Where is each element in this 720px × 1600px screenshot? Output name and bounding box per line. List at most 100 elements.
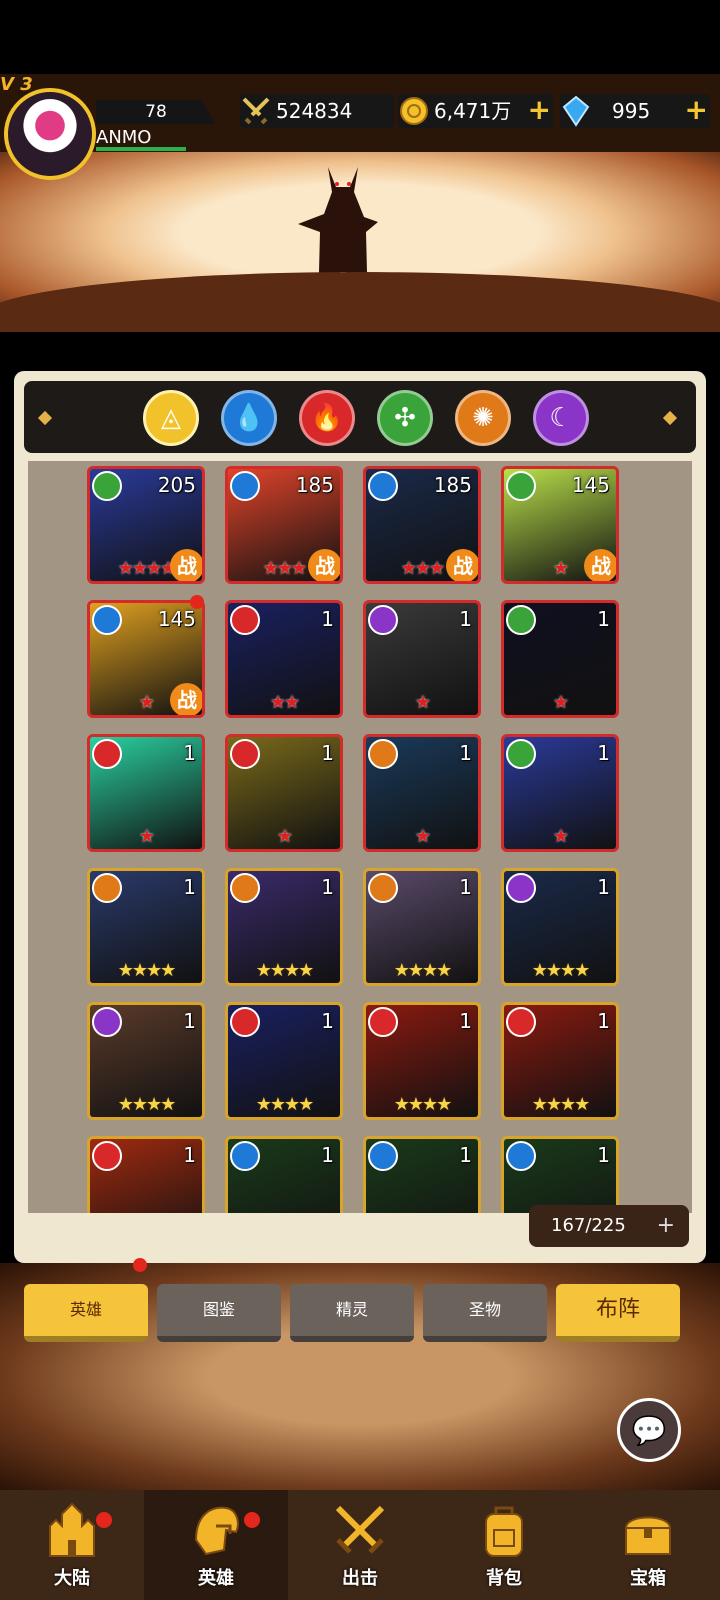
hero-level: 1 (459, 741, 472, 765)
wind-element-icon (506, 739, 536, 769)
hero-level: 1 (321, 875, 334, 899)
hero-card[interactable]: 1 (501, 1136, 619, 1213)
hero-grid[interactable]: 205 ★★★★ 战 185 ★★★ 战 185 ★★★ 战 145 ★ 战 145 ★ 战 1 ★★ 1 ★ 1 ★ 1… (28, 461, 692, 1213)
fire-element-icon (230, 605, 260, 635)
crossed-swords-icon (242, 97, 270, 125)
wind-element-icon (506, 471, 536, 501)
nav-backpack-label: 背包 (486, 1568, 522, 1589)
hero-level: 1 (597, 741, 610, 765)
add-gold-button[interactable]: + (528, 94, 551, 126)
hero-stars: ★★★★ (117, 960, 177, 981)
water-element-icon (92, 605, 122, 635)
hero-card[interactable]: 1 ★ (501, 600, 619, 718)
power-display: 524834 (240, 94, 394, 128)
expand-capacity-button[interactable]: + (657, 1205, 675, 1247)
hero-card[interactable]: 1 ★★★★ (501, 868, 619, 986)
hero-card[interactable]: 1 ★ (501, 734, 619, 852)
bottom-nav: 大陆 英雄 出击 背包 宝箱 (0, 1490, 720, 1600)
element-filter-water[interactable]: 💧 (221, 390, 277, 446)
hero-card[interactable]: 1 ★★★★ (225, 1002, 343, 1120)
fire-element-icon (368, 1007, 398, 1037)
hero-card[interactable]: 145 ★ 战 (87, 600, 205, 718)
fire-element-icon (230, 1007, 260, 1037)
hero-level: 1 (459, 875, 472, 899)
hero-level: 205 (157, 473, 196, 497)
hero-card[interactable]: 145 ★ 战 (501, 466, 619, 584)
gold-display: 6,471万 + (398, 94, 553, 128)
hero-stars: ★★★★ (531, 1094, 591, 1115)
hero-card[interactable]: 1 ★ (363, 600, 481, 718)
crossed-swords-icon (335, 1505, 385, 1554)
tab-codex[interactable]: 图鉴 (157, 1284, 281, 1342)
nav-chest[interactable]: 宝箱 (576, 1490, 720, 1600)
gem-icon (562, 95, 590, 127)
hero-card[interactable]: 1 ★★★★ (87, 868, 205, 986)
hero-card[interactable]: 1 ★★★★ (501, 1002, 619, 1120)
element-filter-fire[interactable]: 🔥 (299, 390, 355, 446)
fire-element-icon (230, 739, 260, 769)
tab-relics[interactable]: 圣物 (423, 1284, 547, 1342)
hero-card[interactable]: 1 (87, 1136, 205, 1213)
earth-element-icon: ✺ (472, 403, 494, 433)
exp-bar (96, 147, 186, 151)
water-element-icon (230, 1141, 260, 1171)
hero-level: 1 (597, 1009, 610, 1033)
chat-bubble-icon: 💬 (631, 1414, 667, 1447)
nav-backpack[interactable]: 背包 (432, 1490, 576, 1600)
hero-stars: ★ (276, 826, 293, 847)
hero-card[interactable]: 1 ★ (225, 734, 343, 852)
hero-card[interactable]: 205 ★★★★ 战 (87, 466, 205, 584)
hero-card[interactable]: 1 ★ (87, 734, 205, 852)
earth-element-icon (230, 873, 260, 903)
earth-element-icon (368, 739, 398, 769)
hero-card[interactable]: 1 (225, 1136, 343, 1213)
hero-stars: ★★★★ (393, 960, 453, 981)
element-filter-wind[interactable]: ✣ (377, 390, 433, 446)
hero-level: 1 (321, 607, 334, 631)
fire-element-icon (92, 1141, 122, 1171)
element-filter-earth[interactable]: ✺ (455, 390, 511, 446)
hero-card[interactable]: 1 ★ (363, 734, 481, 852)
hero-card[interactable]: 1 (363, 1136, 481, 1213)
nav-continent[interactable]: 大陆 (0, 1490, 144, 1600)
tab-spirits[interactable]: 精灵 (290, 1284, 414, 1342)
in-battle-badge: 战 (308, 549, 340, 581)
hero-card[interactable]: 1 ★★★★ (225, 868, 343, 986)
nav-heroes-notification-dot (244, 1512, 260, 1528)
vip-level: V 3 (0, 74, 33, 95)
hero-card[interactable]: 1 ★★★★ (87, 1002, 205, 1120)
nav-heroes-label: 英雄 (198, 1568, 234, 1589)
nav-continent-label: 大陆 (54, 1568, 90, 1589)
gem-display: 995 + (560, 94, 710, 128)
hero-level: 1 (597, 1143, 610, 1167)
hero-card[interactable]: 1 ★★ (225, 600, 343, 718)
element-filter-dark[interactable]: ☾ (533, 390, 589, 446)
nav-continent-notification-dot (96, 1512, 112, 1528)
hero-level: 1 (183, 741, 196, 765)
water-element-icon (368, 1141, 398, 1171)
add-gems-button[interactable]: + (685, 94, 708, 126)
hero-card[interactable]: 185 ★★★ 战 (363, 466, 481, 584)
element-filter-bar (24, 381, 696, 453)
hero-card[interactable]: 185 ★★★ 战 (225, 466, 343, 584)
hero-stars: ★ (552, 826, 569, 847)
nav-battle[interactable]: 出击 (288, 1490, 432, 1600)
hero-stars: ★★★★ (117, 1094, 177, 1115)
all-element-icon: ◬ (161, 403, 181, 433)
hero-card[interactable]: 1 ★★★★ (363, 868, 481, 986)
earth-element-icon (92, 873, 122, 903)
in-battle-badge: 战 (170, 683, 202, 715)
nav-heroes[interactable]: 英雄 (144, 1490, 288, 1600)
tab-heroes-notification-dot (133, 1258, 147, 1272)
element-filter-all[interactable]: ◬ (143, 390, 199, 446)
player-avatar[interactable] (4, 88, 96, 180)
hero-capacity[interactable]: 167/225 + (529, 1205, 689, 1247)
fire-element-icon (506, 1007, 536, 1037)
tab-heroes[interactable]: 英雄 (24, 1284, 148, 1342)
backpack-icon (485, 1506, 523, 1557)
hero-card[interactable]: 1 ★★★★ (363, 1002, 481, 1120)
hero-stars: ★★★★ (393, 1094, 453, 1115)
tab-formation[interactable]: 布阵 (556, 1284, 680, 1342)
hero-level: 1 (183, 1009, 196, 1033)
chat-button[interactable]: 💬 (617, 1398, 681, 1462)
